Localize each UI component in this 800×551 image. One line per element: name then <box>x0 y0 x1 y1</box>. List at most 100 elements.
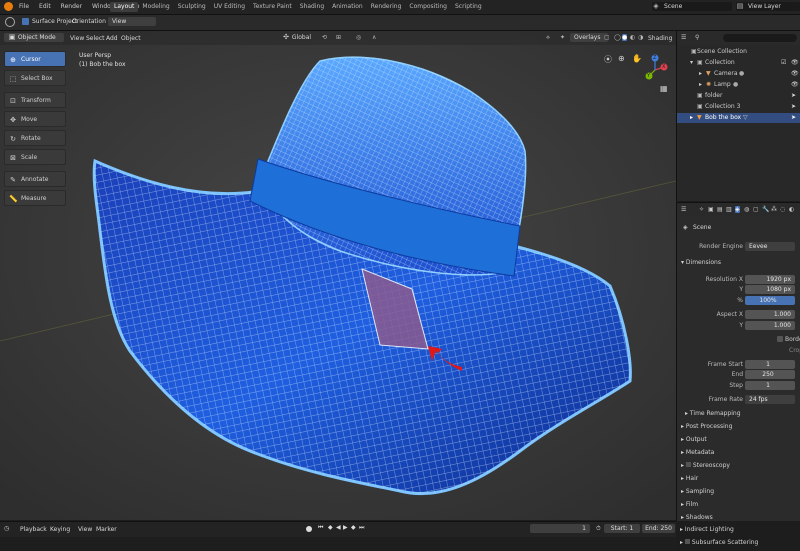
modifier-tab-icon[interactable]: 🔧 <box>762 206 769 213</box>
eye-icon[interactable]: 👁 <box>791 58 799 68</box>
tab-modeling[interactable]: Modeling <box>138 2 173 12</box>
tool-measure[interactable]: 📏 Measure <box>4 190 66 206</box>
frame-rate-dropdown[interactable]: 24 fps <box>745 395 795 404</box>
orientation-dropdown[interactable]: View <box>108 17 156 26</box>
tab-compositing[interactable]: Compositing <box>405 2 451 12</box>
scene-selector[interactable]: ◈ Scene <box>652 2 732 11</box>
border-checkbox[interactable] <box>777 336 783 342</box>
material-tab-icon[interactable]: ◐ <box>789 206 794 213</box>
properties-editor-icon[interactable]: ☰ <box>681 206 686 213</box>
section-post-processing[interactable]: ▸ Post Processing <box>681 421 732 433</box>
timeline-track[interactable] <box>0 537 676 551</box>
mode-dropdown[interactable]: ▣ Object Mode <box>4 33 64 42</box>
menu-file[interactable]: File <box>14 3 34 11</box>
outliner-editor-icon[interactable]: ☰ <box>681 34 686 41</box>
cursor-tool-icon[interactable] <box>5 17 15 27</box>
navigation-gizmo[interactable]: X Y Z <box>640 50 670 84</box>
section-film[interactable]: ▸ Film <box>681 499 698 511</box>
section-metadata[interactable]: ▸ Metadata <box>681 447 714 459</box>
timeline-menu-playback[interactable]: Playback <box>20 526 47 533</box>
project-checkbox[interactable] <box>22 18 29 25</box>
scene-tab-icon[interactable]: ◈ <box>735 206 740 213</box>
tab-rendering[interactable]: Rendering <box>367 2 406 12</box>
proportional-edit-icon[interactable]: ◎ <box>356 34 361 41</box>
tab-scripting[interactable]: Scripting <box>451 2 486 12</box>
frame-start-field[interactable]: 1 <box>745 360 795 369</box>
tab-animation[interactable]: Animation <box>328 2 367 12</box>
shading-label[interactable]: Shading <box>648 35 672 42</box>
eye-icon[interactable]: 👁 <box>791 69 799 79</box>
section-indirect-lighting[interactable]: ▸ Indirect Lighting <box>680 524 734 536</box>
visibility-icon[interactable]: ⟡ <box>546 34 550 42</box>
tab-layout[interactable]: Layout <box>110 2 139 12</box>
section-shadows[interactable]: ▸ Shadows <box>681 512 713 524</box>
tab-uv-editing[interactable]: UV Editing <box>210 2 249 12</box>
outliner-item-collection-3[interactable]: ▣ Collection 3 ➤ <box>677 102 800 112</box>
resolution-percent-slider[interactable]: 100% <box>745 296 795 305</box>
output-tab-icon[interactable]: ▤ <box>717 206 723 213</box>
viewport-menu-view[interactable]: View <box>70 35 84 42</box>
expand-arrow-icon[interactable]: ▾ <box>690 58 693 68</box>
grid-view-icon[interactable]: ▦ <box>660 84 668 93</box>
tool-cursor[interactable]: ⊕ Cursor <box>4 51 66 67</box>
section-hair[interactable]: ▸ Hair <box>681 473 698 485</box>
section-output[interactable]: ▸ Output <box>681 434 707 446</box>
wireframe-shading-icon[interactable]: ◯ <box>614 34 621 41</box>
xray-icon[interactable]: ▢ <box>604 34 610 41</box>
particles-tab-icon[interactable]: ⁂ <box>771 206 777 213</box>
menu-edit[interactable]: Edit <box>34 3 56 11</box>
time-remapping-section[interactable]: ▸ Time Remapping <box>685 408 741 420</box>
tab-shading[interactable]: Shading <box>296 2 328 12</box>
jump-start-icon[interactable]: ⏮ <box>318 524 323 532</box>
render-tab-icon[interactable]: ▣ <box>708 206 714 213</box>
section-stereoscopy[interactable]: ▸ Stereoscopy <box>681 460 730 472</box>
timeline-menu-keying[interactable]: Keying <box>50 526 70 533</box>
pointer-icon[interactable]: ➤ <box>791 102 796 112</box>
tool-scale[interactable]: ⊠ Scale <box>4 149 66 165</box>
subsurface-checkbox[interactable] <box>684 539 690 544</box>
tool-tab-icon[interactable]: ✧ <box>699 206 704 213</box>
section-subsurface-scattering[interactable]: ▸ Subsurface Scattering <box>680 537 758 549</box>
solid-shading-icon[interactable]: ● <box>622 34 628 41</box>
gizmo-toggle-icon[interactable]: ✦ <box>560 34 565 41</box>
stereoscopy-checkbox[interactable] <box>685 462 691 467</box>
tool-rotate[interactable]: ↻ Rotate <box>4 130 66 146</box>
timeline-menu-view[interactable]: View <box>78 526 92 533</box>
object-tab-icon[interactable]: ▢ <box>753 206 759 213</box>
section-sampling[interactable]: ▸ Sampling <box>681 486 714 498</box>
view-layer-selector[interactable]: ▤ View Layer <box>736 2 800 11</box>
tab-texture-paint[interactable]: Texture Paint <box>249 2 296 12</box>
expand-arrow-icon[interactable]: ▸ <box>690 113 693 123</box>
expand-arrow-icon[interactable]: ▸ <box>699 69 702 79</box>
zoom-icon[interactable]: ⊕ <box>618 54 625 63</box>
tool-select-box[interactable]: ⬚ Select Box <box>4 70 66 86</box>
viewport-menu-add[interactable]: Add <box>106 35 118 42</box>
jump-end-icon[interactable]: ⏭ <box>359 524 364 532</box>
camera-view-icon[interactable]: ⦿ <box>604 54 612 65</box>
falloff-icon[interactable]: ∧ <box>372 34 376 41</box>
outliner-item-scene-collection[interactable]: ▣ Scene Collection <box>677 47 800 57</box>
dimensions-section-header[interactable]: ▾ Dimensions <box>681 257 721 269</box>
current-frame-field[interactable]: 1 <box>530 524 590 533</box>
aspect-x-field[interactable]: 1.000 <box>745 310 795 319</box>
eye-icon[interactable]: 👁 <box>791 80 799 90</box>
viewport-menu-select[interactable]: Select <box>86 35 105 42</box>
next-keyframe-icon[interactable]: ◆ <box>351 524 356 531</box>
render-engine-dropdown[interactable]: Eevee <box>745 242 795 251</box>
physics-tab-icon[interactable]: ◌ <box>780 206 785 213</box>
view-layer-tab-icon[interactable]: ▥ <box>726 206 732 213</box>
outliner-item-bob-the-box[interactable]: ▸ ▼ Bob the box ▽ ➤ <box>677 113 800 123</box>
tool-move[interactable]: ✥ Move <box>4 111 66 127</box>
snap-icon[interactable]: ⊞ <box>336 34 341 41</box>
aspect-y-field[interactable]: 1.000 <box>745 321 795 330</box>
timeline-menu-marker[interactable]: Marker <box>96 526 117 533</box>
outliner-search-input[interactable] <box>723 34 797 42</box>
outliner-item-lamp[interactable]: ▸ ✺ Lamp ● 👁 <box>677 80 800 90</box>
pivot-icon[interactable]: ⟲ <box>322 34 327 41</box>
frame-end-field[interactable]: 250 <box>745 370 795 379</box>
end-frame-field[interactable]: End: 250 <box>642 524 675 533</box>
pointer-icon[interactable]: ➤ <box>791 113 796 123</box>
viewport-menu-object[interactable]: Object <box>121 35 141 42</box>
outliner-item-collection[interactable]: ▾ ▣ Collection ☑ 👁 <box>677 58 800 68</box>
overlays-dropdown[interactable]: Overlays <box>570 33 608 42</box>
